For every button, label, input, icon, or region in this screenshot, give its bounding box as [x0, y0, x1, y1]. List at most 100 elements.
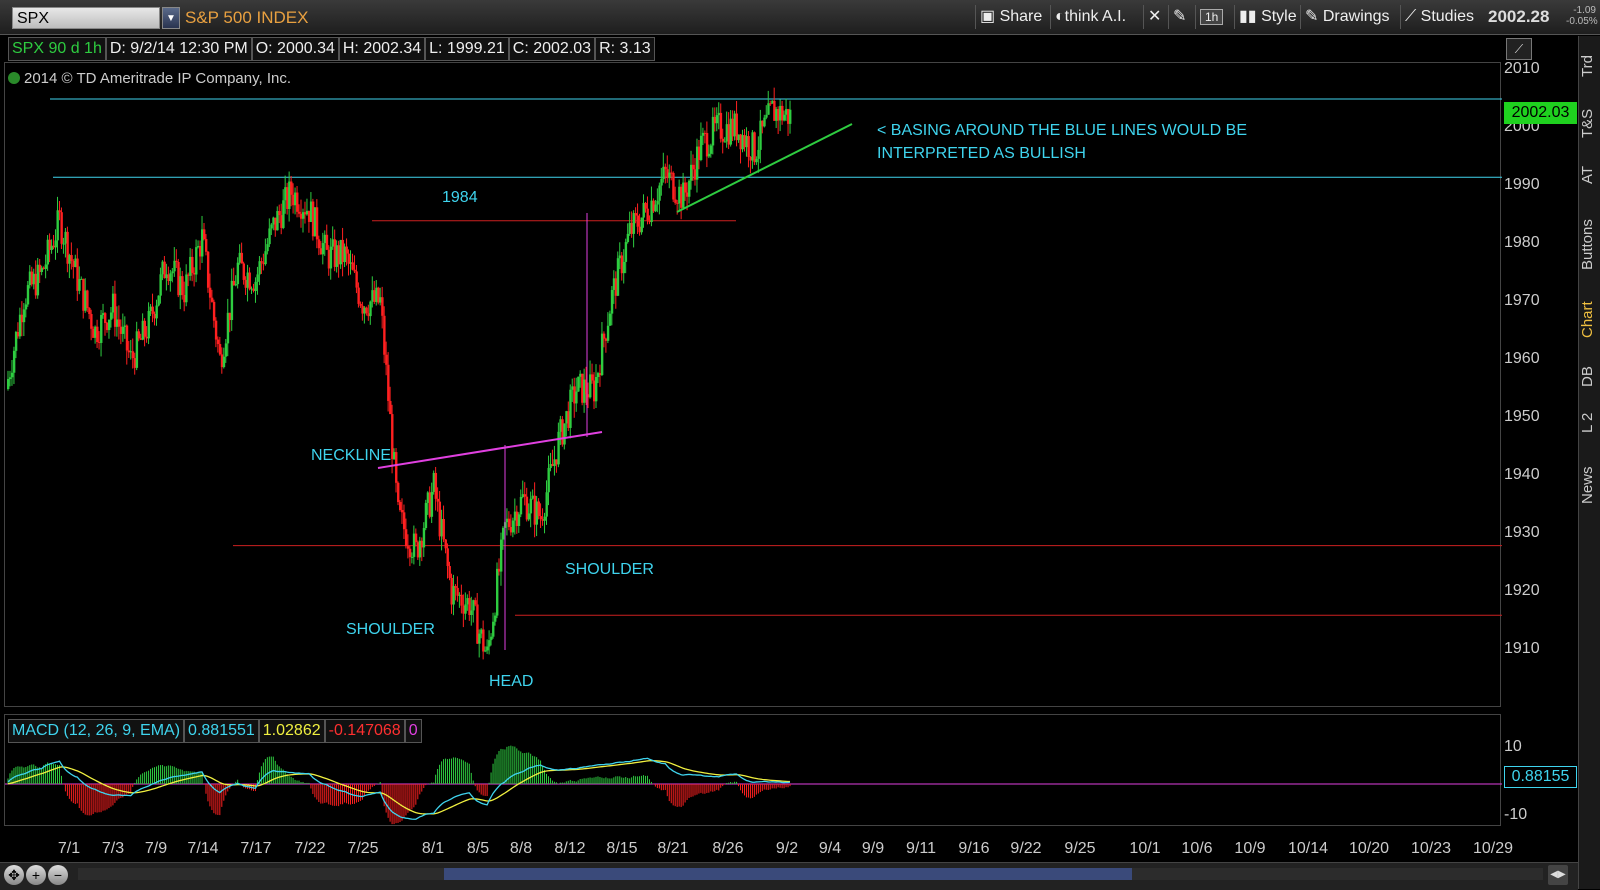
candle-body [282, 200, 285, 228]
candle-body [709, 145, 713, 154]
candle-body [278, 211, 281, 216]
candle-body [474, 600, 477, 605]
candle-body [210, 297, 214, 302]
date-tick-label: 10/6 [1181, 840, 1213, 857]
candle-body [54, 240, 57, 248]
candle-body [452, 586, 455, 605]
candle-body [523, 494, 527, 497]
price-tick-label: 1930 [1504, 524, 1540, 541]
candle-body [151, 306, 154, 314]
candle-body [606, 325, 610, 341]
macd-axis-bottom: -10 [1504, 806, 1528, 823]
candle-body [86, 290, 89, 309]
macd-zero: 0 [404, 719, 422, 743]
candle-body [317, 239, 321, 249]
candle-body [569, 389, 572, 428]
date-tick-label: 9/9 [861, 840, 885, 857]
candle-body [204, 239, 208, 252]
date-tick-label: 8/8 [509, 840, 533, 857]
candle-body [58, 210, 61, 213]
candle-body [216, 339, 220, 345]
price-chart[interactable] [0, 0, 1600, 889]
candle-body [626, 233, 630, 243]
candle-body [501, 527, 505, 540]
candle-body [90, 314, 93, 329]
candle-body [482, 629, 485, 652]
candle-body [206, 251, 210, 288]
candle-body [195, 247, 198, 275]
candle-body [389, 400, 392, 415]
candle-body [236, 262, 240, 285]
price-tick-label: 1960 [1504, 350, 1540, 367]
candle-body [543, 516, 546, 521]
date-tick-label: 8/1 [421, 840, 445, 857]
date-tick-label: 7/14 [187, 840, 219, 857]
candle-body [258, 261, 261, 275]
candle-body [203, 229, 206, 240]
candle-body [424, 502, 428, 529]
candle-body [70, 255, 73, 261]
date-tick-label: 7/25 [347, 840, 379, 857]
candle-body [60, 212, 63, 244]
scrollbar-thumb[interactable] [444, 868, 1132, 880]
candle-body [486, 646, 489, 651]
candle-body [436, 498, 440, 502]
candle-body [266, 244, 269, 252]
candle-body [747, 136, 750, 157]
candle-body [721, 138, 725, 142]
pan-icon[interactable]: ✥ [4, 865, 24, 885]
scroll-arrows-icon[interactable]: ◀▶ [1548, 865, 1568, 885]
date-tick-label: 9/25 [1064, 840, 1096, 857]
candle-body [56, 210, 59, 241]
annotation-neckline: NECKLINE [311, 447, 392, 464]
candle-body [8, 377, 12, 380]
candle-body [24, 304, 28, 310]
date-tick-label: 7/3 [101, 840, 125, 857]
candle-body [644, 202, 647, 209]
zoom-out-icon[interactable]: − [48, 865, 68, 885]
candle-body [270, 224, 273, 229]
candle-body [658, 185, 661, 201]
macd-label[interactable]: MACD (12, 26, 9, EMA) [8, 719, 185, 743]
candle-body [600, 333, 604, 376]
candle-body [171, 271, 174, 274]
candle-body [575, 391, 578, 404]
candle-body [88, 308, 91, 315]
candle-body [789, 109, 792, 124]
candle-body [383, 315, 386, 355]
candle-body [381, 297, 384, 316]
candle-body [254, 281, 257, 291]
candle-body [181, 276, 184, 295]
candle-body [707, 153, 711, 157]
candle-body [636, 215, 639, 227]
candle-body [632, 213, 636, 234]
candle-body [345, 246, 348, 254]
candle-body [62, 243, 65, 245]
candle-body [444, 539, 447, 549]
candle-body [757, 149, 760, 159]
candle-body [240, 252, 244, 264]
macd-header: MACD (12, 26, 9, EMA) 0.881551 1.02862 -… [8, 719, 422, 743]
candle-body [117, 319, 121, 327]
zoom-in-icon[interactable]: + [26, 865, 46, 885]
candle-body [654, 204, 657, 212]
candle-body [44, 264, 48, 269]
date-tick-label: 9/2 [775, 840, 799, 857]
candle-body [634, 213, 637, 216]
date-tick-label: 10/20 [1348, 840, 1390, 857]
candle-body [616, 258, 620, 296]
candle-body [191, 256, 194, 273]
neckline-line [377, 431, 603, 469]
candle-body [537, 501, 540, 517]
candle-body [410, 556, 414, 558]
candle-body [121, 326, 125, 334]
candle-body [107, 319, 111, 331]
annotation-basing-line1: < BASING AROUND THE BLUE LINES WOULD BE [877, 122, 1248, 139]
candle-body [359, 303, 362, 306]
candle-body [595, 377, 598, 402]
candle-body [529, 498, 533, 514]
candle-body [173, 260, 176, 272]
candle-body [395, 452, 398, 483]
price-tick-label: 1980 [1504, 234, 1540, 251]
candle-body [442, 519, 445, 540]
